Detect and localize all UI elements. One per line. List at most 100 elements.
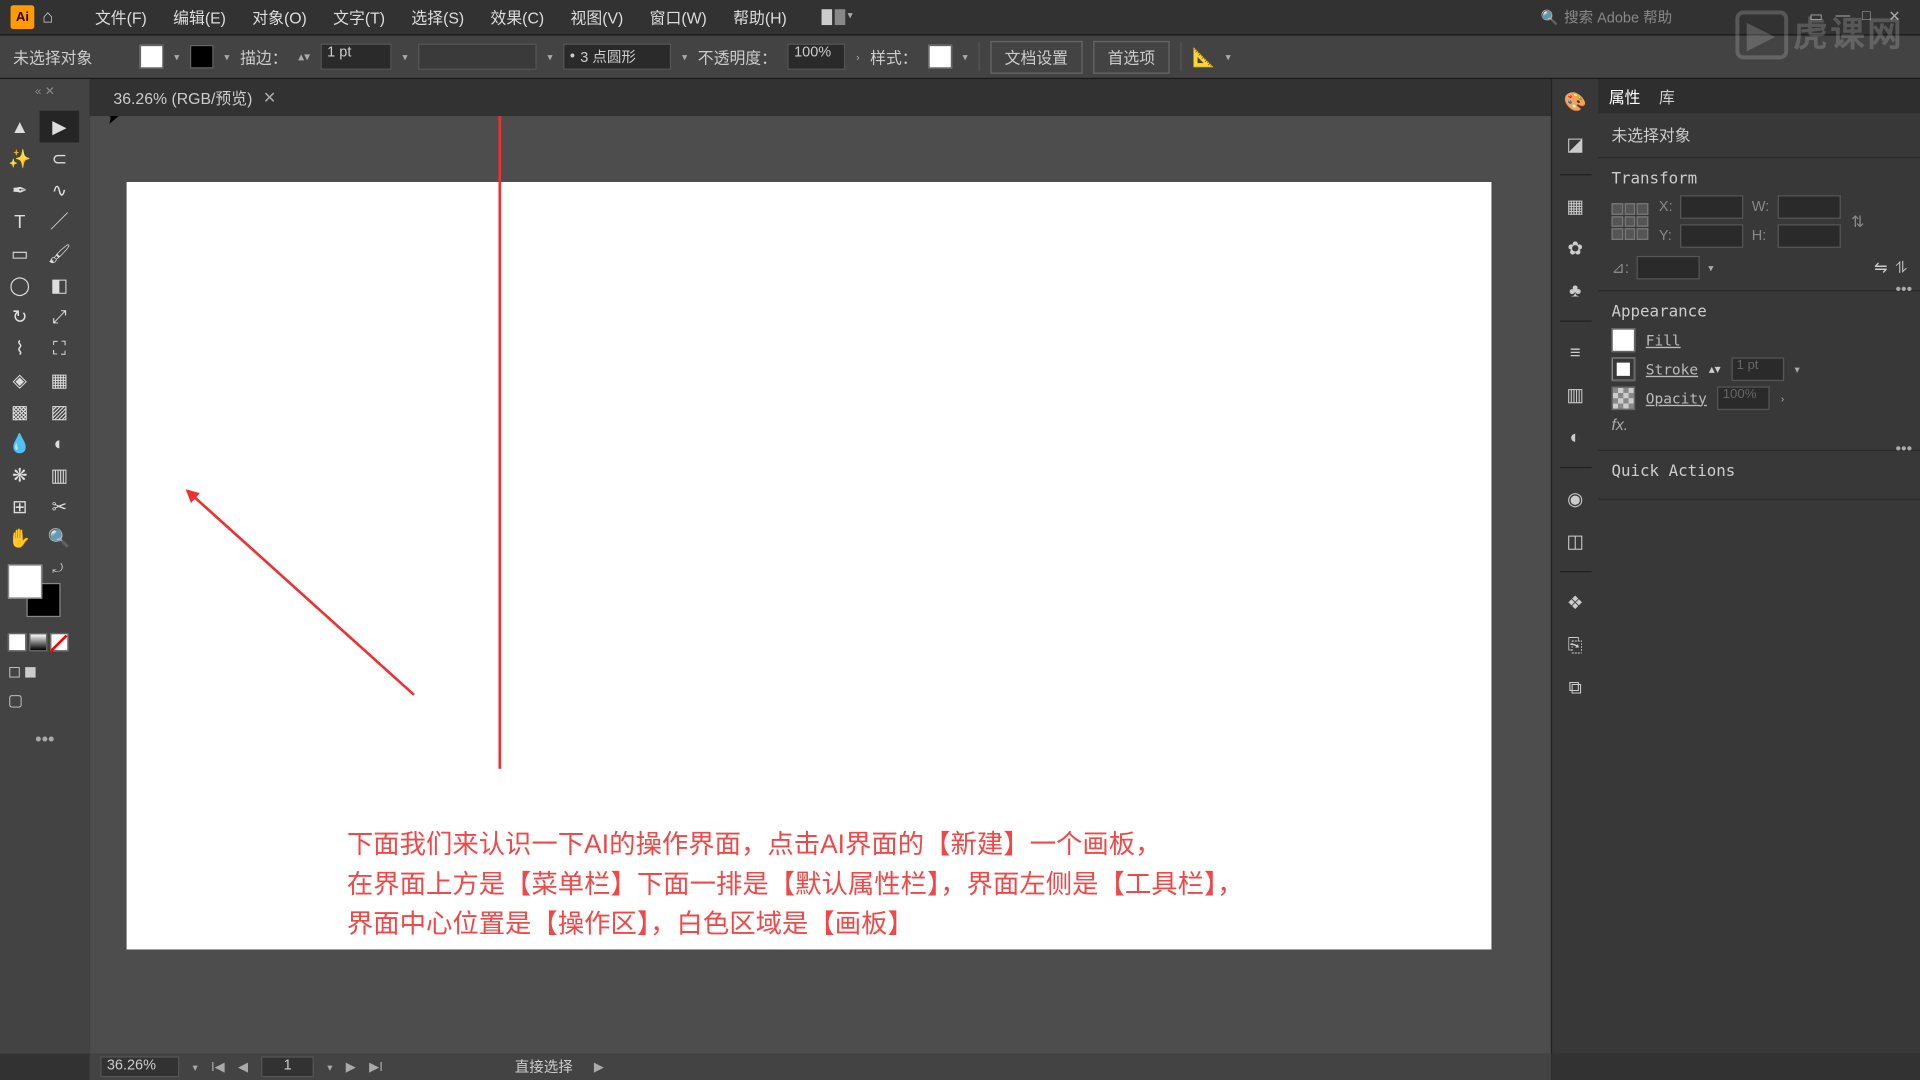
canvas[interactable]: ➤ 下面我们来认识一下AI的操作界面，点击AI界面的【新建】一个画板， 在界面上…: [90, 116, 1551, 1054]
next-artboard-icon[interactable]: ▶: [346, 1060, 356, 1075]
eraser-tool[interactable]: ◧: [40, 269, 80, 301]
style-swatch[interactable]: [928, 45, 952, 69]
gradient-panel-icon[interactable]: ▥: [1561, 380, 1590, 409]
angle-dd[interactable]: ▾: [1708, 262, 1713, 274]
brush-def-input[interactable]: •3 点圆形: [563, 44, 671, 70]
direct-selection-tool[interactable]: ▶: [40, 111, 80, 143]
mesh-tool[interactable]: ▩: [0, 396, 40, 428]
stroke-dd-icon[interactable]: ▾: [224, 51, 229, 63]
scale-tool[interactable]: ⤢: [40, 301, 80, 333]
layers-panel-icon[interactable]: ❖: [1561, 588, 1590, 617]
last-artboard-icon[interactable]: ▶I: [369, 1060, 383, 1075]
zoom-dd[interactable]: ▾: [193, 1061, 198, 1073]
lasso-tool[interactable]: ⊂: [40, 142, 80, 174]
paintbrush-tool[interactable]: 🖌: [40, 237, 80, 269]
style-dd[interactable]: ▾: [962, 51, 967, 63]
menu-edit[interactable]: 编辑(E): [160, 1, 239, 34]
perspective-tool[interactable]: ▦: [40, 364, 80, 396]
appearance-panel-icon[interactable]: ◉: [1561, 484, 1590, 513]
symbols-panel-icon[interactable]: ♣: [1561, 276, 1590, 305]
prev-artboard-icon[interactable]: ◀: [238, 1060, 248, 1075]
symbol-sprayer-tool[interactable]: ❋: [0, 459, 40, 491]
stroke-panel-dd[interactable]: ▾: [1794, 363, 1799, 375]
prefs-button[interactable]: 首选项: [1093, 40, 1170, 73]
swap-colors-icon[interactable]: ⤾: [52, 562, 63, 577]
menu-type[interactable]: 文字(T): [320, 1, 398, 34]
fill-swatch-panel[interactable]: [1611, 328, 1635, 352]
selection-tool[interactable]: ▲: [0, 111, 40, 143]
tab-properties[interactable]: 属性: [1609, 85, 1641, 107]
shaper-tool[interactable]: ◯: [0, 269, 40, 301]
stroke-stepper-panel[interactable]: ▴▾: [1709, 362, 1721, 377]
artboards-panel-icon[interactable]: ⧉: [1561, 673, 1590, 702]
slice-tool[interactable]: ✂: [40, 491, 80, 523]
arrange-docs-icon[interactable]: ▾: [821, 9, 853, 25]
rotate-tool[interactable]: ↻: [0, 301, 40, 333]
close-app-icon[interactable]: ✕: [1888, 8, 1909, 26]
stroke-panel-icon[interactable]: ≡: [1561, 338, 1590, 367]
opacity-panel-dd[interactable]: ›: [1781, 392, 1785, 404]
edit-toolbar-icon[interactable]: •••: [0, 728, 90, 749]
transparency-panel-icon[interactable]: ◐: [1561, 422, 1590, 451]
link-wh-icon[interactable]: ⇅: [1851, 212, 1864, 230]
draw-mode-icons[interactable]: ◻◼: [0, 657, 90, 686]
shape-builder-tool[interactable]: ◈: [0, 364, 40, 396]
fill-swatch[interactable]: [140, 45, 164, 69]
stroke-swatch-panel[interactable]: [1611, 357, 1635, 381]
doc-setup-button[interactable]: 文档设置: [990, 40, 1082, 73]
blend-tool[interactable]: ◐: [40, 427, 80, 459]
fill-dd-icon[interactable]: ▾: [174, 51, 179, 63]
artboard-tool[interactable]: ⊞: [0, 491, 40, 523]
stroke-swatch[interactable]: [190, 45, 214, 69]
stroke-weight-panel-input[interactable]: 1 pt: [1731, 357, 1784, 381]
stroke-label-panel[interactable]: Stroke: [1646, 361, 1698, 378]
menu-window[interactable]: 窗口(W): [636, 1, 720, 34]
align-icon[interactable]: 📐: [1192, 45, 1215, 67]
type-tool[interactable]: T: [0, 206, 40, 238]
fill-label[interactable]: Fill: [1646, 332, 1681, 349]
stroke-weight-dd[interactable]: ▾: [402, 51, 407, 63]
curvature-tool[interactable]: ∿: [40, 174, 80, 206]
magic-wand-tool[interactable]: ✨: [0, 142, 40, 174]
color-panel-icon[interactable]: 🎨: [1561, 87, 1590, 116]
graphic-styles-panel-icon[interactable]: ◫: [1561, 526, 1590, 555]
minimize-icon[interactable]: —: [1836, 8, 1857, 26]
close-tab-icon[interactable]: ✕: [263, 88, 276, 106]
first-artboard-icon[interactable]: I◀: [211, 1060, 225, 1075]
gradient-tool[interactable]: ▨: [40, 396, 80, 428]
y-input[interactable]: [1681, 224, 1744, 248]
h-input[interactable]: [1777, 224, 1840, 248]
width-tool[interactable]: ⌇: [0, 332, 40, 364]
fill-stroke-control[interactable]: ⤾: [8, 564, 61, 617]
color-mode-icon[interactable]: [8, 633, 26, 651]
align-dd[interactable]: ▾: [1226, 51, 1231, 63]
menu-view[interactable]: 视图(V): [557, 1, 636, 34]
swatches-panel-icon[interactable]: ▦: [1561, 191, 1590, 220]
flip-h-icon[interactable]: ⇋: [1874, 258, 1887, 276]
zoom-tool[interactable]: 🔍: [40, 522, 80, 554]
search-box[interactable]: 🔍 搜索 Adobe 帮助: [1541, 7, 1672, 28]
brush-dd[interactable]: ▾: [682, 51, 687, 63]
asset-export-panel-icon[interactable]: ⎘: [1561, 630, 1590, 659]
reference-point-icon[interactable]: [1611, 203, 1648, 240]
opacity-panel-input[interactable]: 100%: [1717, 386, 1770, 410]
screen-mode-icon[interactable]: ▢: [0, 686, 90, 715]
maximize-icon[interactable]: □: [1862, 8, 1883, 26]
menu-effect[interactable]: 效果(C): [477, 1, 557, 34]
opacity-label-panel[interactable]: Opacity: [1646, 390, 1707, 407]
document-tab[interactable]: 36.26% (RGB/预览) ✕: [100, 81, 289, 114]
vwp-dd[interactable]: ▾: [547, 51, 552, 63]
home-icon[interactable]: ⌂: [42, 5, 66, 29]
opacity-input[interactable]: 100%: [787, 44, 845, 70]
stroke-weight-input[interactable]: 1 pt: [321, 44, 392, 70]
line-tool[interactable]: ／: [40, 206, 80, 238]
pen-tool[interactable]: ✒: [0, 174, 40, 206]
menu-select[interactable]: 选择(S): [398, 1, 477, 34]
w-input[interactable]: [1777, 195, 1840, 219]
brushes-panel-icon[interactable]: ✿: [1561, 233, 1590, 262]
appearance-more-icon[interactable]: •••: [1895, 439, 1912, 457]
doc-window-icon[interactable]: ▭: [1809, 8, 1830, 26]
rectangle-tool[interactable]: ▭: [0, 237, 40, 269]
color-guide-panel-icon[interactable]: ◪: [1561, 129, 1590, 158]
hand-tool[interactable]: ✋: [0, 522, 40, 554]
